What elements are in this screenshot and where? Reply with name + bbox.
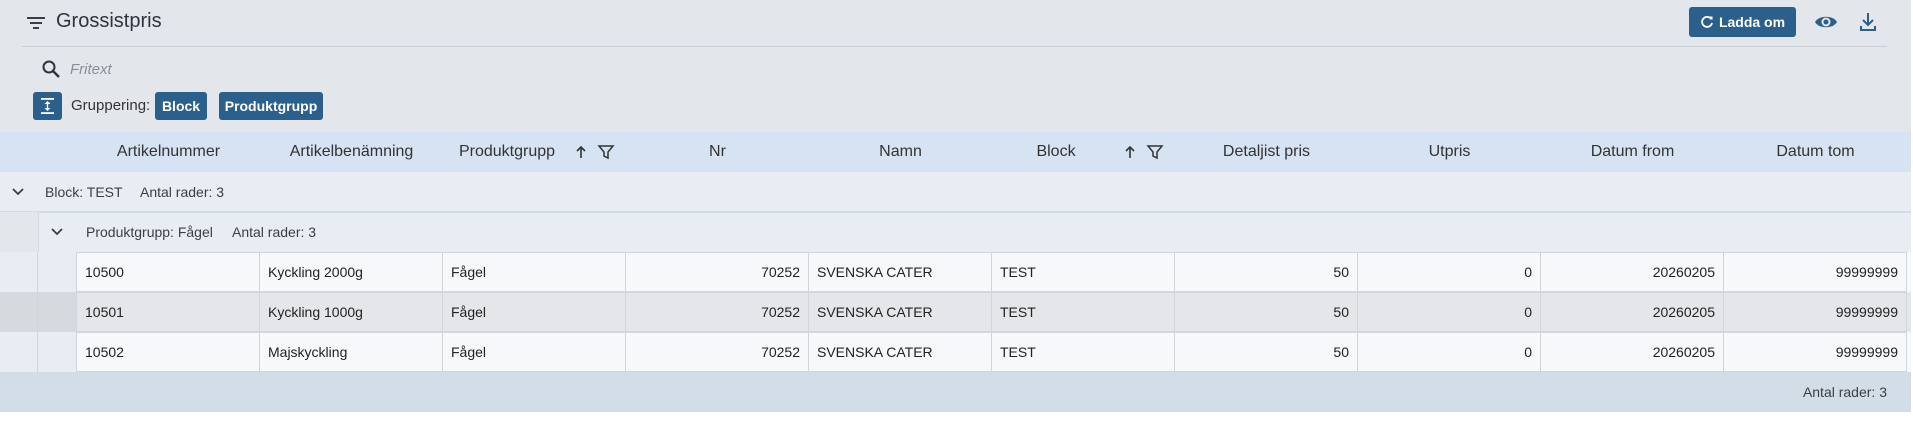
row-indent xyxy=(38,332,77,372)
cell-utpris: 0 xyxy=(1358,292,1541,332)
column-header-datum-from[interactable]: Datum from xyxy=(1541,132,1724,172)
group-label: Produktgrupp: Fågel xyxy=(86,224,213,240)
cell-block: TEST xyxy=(992,332,1175,372)
eye-icon[interactable] xyxy=(1813,10,1839,34)
cell-datum-from: 20260205 xyxy=(1541,292,1724,332)
row-indent xyxy=(0,292,38,332)
table-row[interactable]: 10500 Kyckling 2000g Fågel 70252 SVENSKA… xyxy=(0,252,1911,292)
cell-detaljist-pris: 50 xyxy=(1175,252,1358,292)
page-title: Grossistpris xyxy=(56,10,162,32)
table-footer: Antal rader: 3 xyxy=(0,372,1911,412)
cell-produktgrupp: Fågel xyxy=(443,252,626,292)
cell-detaljist-pris: 50 xyxy=(1175,332,1358,372)
row-count: Antal rader: 3 xyxy=(1802,384,1887,400)
column-header-artikelnummer[interactable]: Artikelnummer xyxy=(77,132,260,172)
cell-namn: SVENSKA CATER xyxy=(809,292,992,332)
cell-datum-from: 20260205 xyxy=(1541,252,1724,292)
chevron-down-icon[interactable] xyxy=(9,183,27,201)
column-header-detaljist-pris[interactable]: Detaljist pris xyxy=(1175,132,1358,172)
group-row-block[interactable]: Block: TEST Antal rader: 3 xyxy=(0,172,1911,212)
column-header-datum-tom[interactable]: Datum tom xyxy=(1724,132,1907,172)
group-label: Block: TEST xyxy=(45,184,123,200)
row-indent xyxy=(0,332,38,372)
cell-detaljist-pris: 50 xyxy=(1175,292,1358,332)
cell-datum-tom: 99999999 xyxy=(1724,332,1907,372)
sort-ascending-icon[interactable] xyxy=(1121,143,1139,161)
expand-vertical-icon xyxy=(41,98,54,114)
cell-produktgrupp: Fågel xyxy=(443,332,626,372)
cell-artikelnummer: 10502 xyxy=(77,332,260,372)
cell-artikelbenamning: Kyckling 1000g xyxy=(260,292,443,332)
refresh-icon xyxy=(1701,16,1713,28)
header-divider xyxy=(22,46,1887,47)
cell-utpris: 0 xyxy=(1358,252,1541,292)
row-indent xyxy=(38,252,77,292)
cell-nr: 70252 xyxy=(626,332,809,372)
grouping-toggle-button[interactable] xyxy=(33,92,62,120)
cell-block: TEST xyxy=(992,252,1175,292)
cell-datum-tom: 99999999 xyxy=(1724,252,1907,292)
cell-produktgrupp: Fågel xyxy=(443,292,626,332)
grossistpris-panel: Grossistpris Ladda om Fritext Gruppering… xyxy=(0,0,1911,412)
group-row-produktgrupp[interactable]: Produktgrupp: Fågel Antal rader: 3 xyxy=(38,212,1911,252)
table-header: Artikelnummer Artikelbenämning Produktgr… xyxy=(0,132,1911,172)
column-header-block[interactable]: Block xyxy=(992,132,1120,172)
cell-namn: SVENSKA CATER xyxy=(809,332,992,372)
panel-header: Grossistpris Ladda om xyxy=(0,0,1911,46)
column-header-nr[interactable]: Nr xyxy=(626,132,809,172)
group-count: Antal rader: 3 xyxy=(140,184,225,200)
column-header-produktgrupp[interactable]: Produktgrupp xyxy=(443,132,571,172)
reload-label: Ladda om xyxy=(1718,14,1786,30)
group-count: Antal rader: 3 xyxy=(232,224,317,240)
cell-datum-tom: 99999999 xyxy=(1724,292,1907,332)
column-filter-icon[interactable] xyxy=(1146,143,1164,161)
search-icon xyxy=(42,60,60,78)
column-header-artikelbenamning[interactable]: Artikelbenämning xyxy=(260,132,443,172)
grouping-chip-block[interactable]: Block xyxy=(155,92,207,120)
filter-lines-icon[interactable] xyxy=(25,14,47,32)
column-filter-icon[interactable] xyxy=(597,143,615,161)
cell-nr: 70252 xyxy=(626,292,809,332)
reload-button[interactable]: Ladda om xyxy=(1689,7,1796,37)
cell-artikelbenamning: Kyckling 2000g xyxy=(260,252,443,292)
row-indent xyxy=(0,252,38,292)
cell-utpris: 0 xyxy=(1358,332,1541,372)
grouping-chip-produktgrupp[interactable]: Produktgrupp xyxy=(219,92,323,120)
chevron-down-icon[interactable] xyxy=(48,223,66,241)
cell-artikelbenamning: Majskyckling xyxy=(260,332,443,372)
column-header-namn[interactable]: Namn xyxy=(809,132,992,172)
sort-ascending-icon[interactable] xyxy=(572,143,590,161)
table-row[interactable]: 10502 Majskyckling Fågel 70252 SVENSKA C… xyxy=(0,332,1911,372)
table-row[interactable]: 10501 Kyckling 1000g Fågel 70252 SVENSKA… xyxy=(0,292,1911,332)
cell-artikelnummer: 10501 xyxy=(77,292,260,332)
cell-block: TEST xyxy=(992,292,1175,332)
cell-nr: 70252 xyxy=(626,252,809,292)
cell-artikelnummer: 10500 xyxy=(77,252,260,292)
row-indent xyxy=(38,292,77,332)
cell-namn: SVENSKA CATER xyxy=(809,252,992,292)
download-icon[interactable] xyxy=(1857,10,1879,34)
grouping-label: Gruppering: xyxy=(71,97,151,114)
column-header-utpris[interactable]: Utpris xyxy=(1358,132,1541,172)
cell-datum-from: 20260205 xyxy=(1541,332,1724,372)
search-input[interactable] xyxy=(70,58,570,80)
